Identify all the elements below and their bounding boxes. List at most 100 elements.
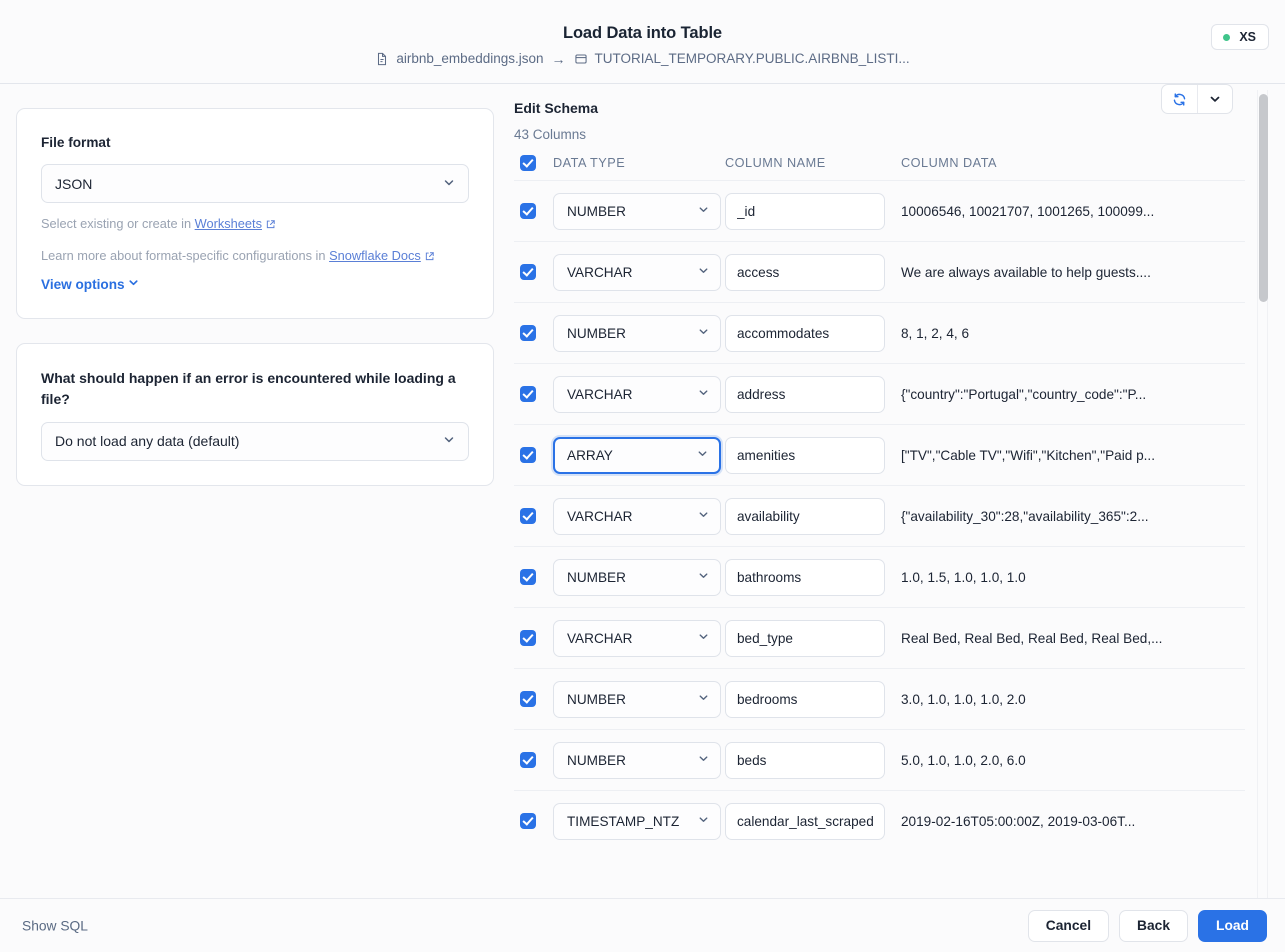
select-all-checkbox[interactable]: [520, 155, 536, 171]
worksheets-link[interactable]: Worksheets: [195, 216, 262, 231]
column-name-input[interactable]: [725, 619, 885, 657]
chevron-down-icon: [697, 386, 710, 402]
schema-title: Edit Schema: [514, 100, 599, 116]
row-column-name-cell: [725, 314, 901, 352]
data-type-select[interactable]: NUMBER: [553, 558, 721, 596]
column-name-input[interactable]: [725, 192, 885, 230]
row-checkbox[interactable]: [520, 203, 536, 219]
column-data-preview: 3.0, 1.0, 1.0, 1.0, 2.0: [901, 691, 1026, 707]
row-column-name-cell: [725, 192, 901, 230]
column-name-input[interactable]: [725, 497, 885, 535]
status-dot-icon: [1223, 33, 1231, 41]
row-checkbox[interactable]: [520, 508, 536, 524]
column-name-input[interactable]: [725, 436, 885, 474]
settings-column: File format JSON Select existing or crea…: [16, 108, 494, 486]
view-options-toggle[interactable]: View options: [41, 276, 140, 292]
breadcrumb-source[interactable]: airbnb_embeddings.json: [375, 50, 544, 68]
column-name-input[interactable]: [725, 558, 885, 596]
row-column-name-cell: [725, 741, 901, 779]
footer-button-group: Cancel Back Load: [1027, 909, 1267, 942]
row-data-type-cell: VARCHAR: [553, 375, 725, 413]
data-type-select[interactable]: VARCHAR: [553, 497, 721, 535]
row-checkbox[interactable]: [520, 325, 536, 341]
data-type-value: NUMBER: [567, 569, 626, 585]
data-type-select[interactable]: VARCHAR: [553, 619, 721, 657]
warehouse-size-label: XS: [1239, 30, 1256, 44]
column-name-input[interactable]: [725, 680, 885, 718]
row-column-name-cell: [725, 619, 901, 657]
row-checkbox-cell: [520, 569, 553, 585]
schema-column-count: 43 Columns: [514, 127, 587, 142]
refresh-icon[interactable]: [1162, 85, 1197, 113]
column-name-input[interactable]: [725, 375, 885, 413]
chevron-down-icon: [697, 569, 710, 585]
row-data-type-cell: VARCHAR: [553, 253, 725, 291]
data-type-value: VARCHAR: [567, 630, 633, 646]
data-type-value: VARCHAR: [567, 264, 633, 280]
row-checkbox[interactable]: [520, 630, 536, 646]
schema-scrollbar-track[interactable]: [1257, 90, 1268, 898]
snowflake-docs-link[interactable]: Snowflake Docs: [329, 248, 421, 263]
chevron-down-icon: [697, 813, 710, 829]
file-format-select[interactable]: JSON: [41, 164, 469, 203]
header-column-name: COLUMN NAME: [725, 156, 826, 170]
data-type-select[interactable]: NUMBER: [553, 680, 721, 718]
file-format-card: File format JSON Select existing or crea…: [16, 108, 494, 319]
view-options-label: View options: [41, 276, 125, 292]
file-format-value: JSON: [55, 175, 93, 192]
dialog-header: Load Data into Table airbnb_embeddings.j…: [0, 0, 1285, 84]
row-data-type-cell: NUMBER: [553, 680, 725, 718]
external-link-icon: [265, 216, 276, 235]
data-type-select[interactable]: VARCHAR: [553, 253, 721, 291]
row-checkbox[interactable]: [520, 447, 536, 463]
chevron-down-icon: [697, 508, 710, 524]
row-data-type-cell: NUMBER: [553, 741, 725, 779]
data-type-select[interactable]: NUMBER: [553, 741, 721, 779]
error-handling-question: What should happen if an error is encoun…: [41, 369, 456, 407]
data-type-select[interactable]: NUMBER: [553, 192, 721, 230]
header-data-type: DATA TYPE: [553, 156, 626, 170]
warehouse-size-badge[interactable]: XS: [1211, 24, 1269, 50]
header-center-block: Load Data into Table airbnb_embeddings.j…: [0, 22, 1285, 71]
data-type-select[interactable]: ARRAY: [553, 436, 721, 474]
chevron-down-icon[interactable]: [1197, 85, 1232, 113]
column-data-preview: {"availability_30":28,"availability_365"…: [901, 508, 1149, 524]
row-checkbox[interactable]: [520, 264, 536, 280]
row-checkbox[interactable]: [520, 569, 536, 585]
row-checkbox[interactable]: [520, 752, 536, 768]
column-name-input[interactable]: [725, 802, 885, 840]
row-checkbox[interactable]: [520, 386, 536, 402]
row-data-type-cell: NUMBER: [553, 192, 725, 230]
data-type-select[interactable]: TIMESTAMP_NTZ: [553, 802, 721, 840]
data-type-select[interactable]: NUMBER: [553, 314, 721, 352]
load-button[interactable]: Load: [1198, 909, 1267, 942]
error-handling-select[interactable]: Do not load any data (default): [41, 421, 469, 461]
back-button[interactable]: Back: [1119, 909, 1189, 942]
row-checkbox[interactable]: [520, 813, 536, 829]
data-type-value: VARCHAR: [567, 508, 633, 524]
column-data-preview: 10006546, 10021707, 1001265, 100099...: [901, 203, 1155, 219]
dialog-body: File format JSON Select existing or crea…: [0, 84, 1285, 898]
schema-scrollbar-thumb[interactable]: [1259, 94, 1268, 302]
data-type-select[interactable]: VARCHAR: [553, 375, 721, 413]
show-sql-link[interactable]: Show SQL: [22, 918, 88, 933]
column-name-input[interactable]: [725, 253, 885, 291]
arrow-icon: →: [551, 51, 566, 67]
cancel-button[interactable]: Cancel: [1027, 909, 1110, 942]
chevron-down-icon: [697, 203, 710, 219]
column-name-input[interactable]: [725, 314, 885, 352]
row-data-type-cell: VARCHAR: [553, 497, 725, 535]
row-data-type-cell: NUMBER: [553, 314, 725, 352]
schema-table: DATA TYPE COLUMN NAME COLUMN DATA NUMBER…: [514, 146, 1245, 898]
column-data-preview: {"country":"Portugal","country_code":"P.…: [901, 386, 1147, 402]
row-checkbox[interactable]: [520, 691, 536, 707]
worksheets-hint: Select existing or create in Worksheets: [41, 214, 469, 235]
chevron-down-icon: [442, 175, 456, 192]
data-type-value: TIMESTAMP_NTZ: [567, 813, 680, 829]
column-data-preview: 1.0, 1.5, 1.0, 1.0, 1.0: [901, 569, 1026, 585]
column-data-preview: ["TV","Cable TV","Wifi","Kitchen","Paid …: [901, 447, 1155, 463]
breadcrumb-target[interactable]: TUTORIAL_TEMPORARY.PUBLIC.AIRBNB_LISTI..…: [574, 50, 910, 68]
data-type-value: VARCHAR: [567, 386, 633, 402]
column-name-input[interactable]: [725, 741, 885, 779]
row-column-name-cell: [725, 802, 901, 840]
